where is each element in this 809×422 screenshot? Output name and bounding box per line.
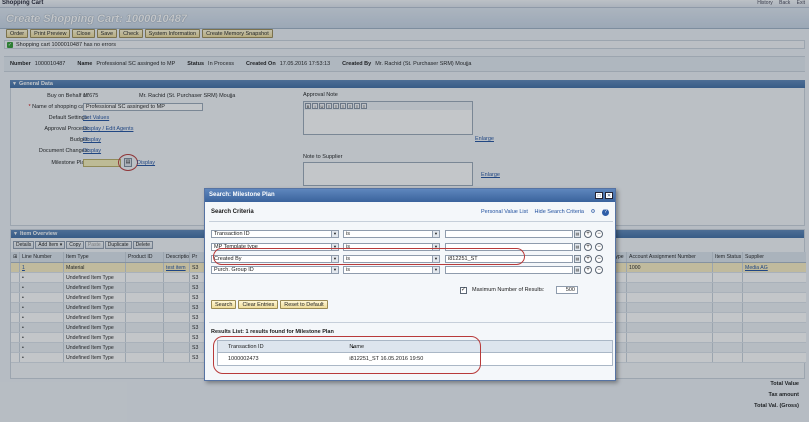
- chevron-down-icon: ▼: [432, 267, 439, 273]
- value-help-icon[interactable]: ▤: [574, 230, 581, 238]
- chevron-down-icon: ▼: [432, 231, 439, 237]
- value-help-icon[interactable]: ▤: [574, 266, 581, 274]
- max-results-checkbox[interactable]: ✓: [460, 287, 467, 294]
- criteria-links: Personal Value List Hide Search Criteria…: [476, 209, 609, 216]
- search-buttons: Search Clear Entries Reset to Default: [211, 300, 328, 309]
- help-icon[interactable]: ?: [602, 209, 609, 216]
- wrench-icon[interactable]: ⚙: [591, 209, 596, 215]
- add-row-icon[interactable]: +: [584, 266, 592, 274]
- criteria-field-select[interactable]: Purch. Group ID ▼: [211, 266, 339, 274]
- highlight-circle: [213, 248, 525, 265]
- reset-to-default-button[interactable]: Reset to Default: [280, 300, 328, 309]
- add-row-icon[interactable]: +: [584, 243, 592, 251]
- value-help-icon[interactable]: ▤: [574, 243, 581, 251]
- chevron-down-icon: ▼: [331, 267, 338, 273]
- chevron-down-icon: ▼: [331, 231, 338, 237]
- results-separator: [209, 322, 613, 323]
- criteria-row: Transaction ID ▼ is ▼ ▤ + −: [211, 230, 611, 240]
- remove-row-icon[interactable]: −: [595, 255, 603, 263]
- criteria-operator-select[interactable]: is ▼: [343, 230, 440, 238]
- remove-row-icon[interactable]: −: [595, 243, 603, 251]
- search-criteria-title: Search Criteria: [211, 209, 254, 215]
- personal-value-list-link[interactable]: Personal Value List: [481, 209, 528, 215]
- max-results-input[interactable]: 500: [556, 286, 578, 294]
- criteria-value-input[interactable]: [445, 230, 573, 238]
- search-button[interactable]: Search: [211, 300, 237, 309]
- add-row-icon[interactable]: +: [584, 230, 592, 238]
- criteria-operator-select[interactable]: is ▼: [343, 266, 440, 274]
- dialog-title: Search: Milestone Plan: [209, 192, 275, 198]
- highlight-circle: [213, 336, 481, 374]
- criteria-row: Purch. Group ID ▼ is ▼ ▤ + −: [211, 266, 611, 276]
- close-icon[interactable]: ✕: [605, 192, 613, 199]
- add-row-icon[interactable]: +: [584, 255, 592, 263]
- milestone-search-dialog: Search: Milestone Plan □ ✕ Search Criter…: [204, 188, 616, 381]
- remove-row-icon[interactable]: −: [595, 266, 603, 274]
- clear-entries-button[interactable]: Clear Entries: [238, 300, 279, 309]
- max-results-label: Maximum Number of Results:: [472, 287, 545, 293]
- criteria-value-input[interactable]: [445, 266, 573, 274]
- remove-row-icon[interactable]: −: [595, 230, 603, 238]
- dialog-titlebar[interactable]: Search: Milestone Plan □ ✕: [205, 189, 615, 202]
- criteria-field-select[interactable]: Transaction ID ▼: [211, 230, 339, 238]
- results-list-title: Results List: 1 results found for Milest…: [211, 329, 334, 335]
- criteria-separator: [209, 221, 613, 222]
- maximize-icon[interactable]: □: [595, 192, 603, 199]
- value-help-icon[interactable]: ▤: [574, 255, 581, 263]
- hide-search-criteria-link[interactable]: Hide Search Criteria: [534, 209, 584, 215]
